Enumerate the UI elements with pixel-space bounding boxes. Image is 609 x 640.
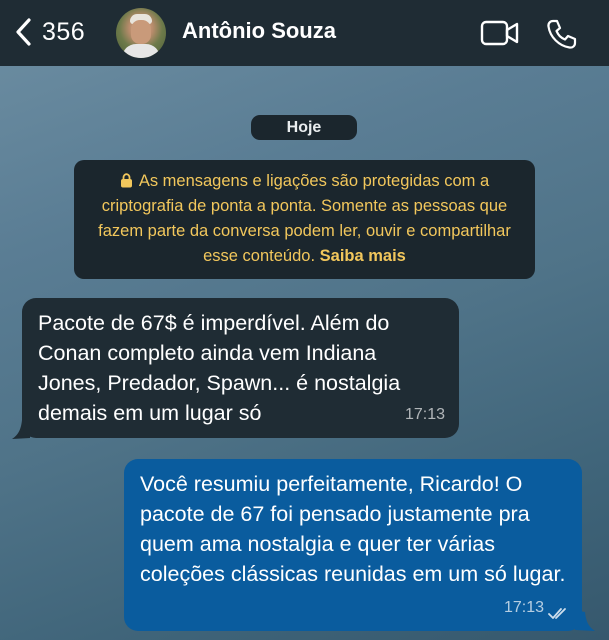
back-button[interactable]: 356 (14, 17, 85, 47)
message-outgoing[interactable]: Você resumiu perfeitamente, Ricardo! O p… (124, 459, 582, 631)
avatar[interactable] (116, 8, 166, 58)
message-time: 17:13 (404, 406, 445, 423)
chevron-left-icon (16, 18, 31, 46)
unread-count: 356 (42, 17, 86, 46)
double-check-icon (548, 608, 566, 619)
contact-name[interactable]: Antônio Souza (182, 18, 336, 44)
message-text: Você resumiu perfeitamente, Ricardo! O p… (140, 472, 566, 586)
message-text: Pacote de 67$ é imperdível. Além do Cona… (38, 311, 401, 425)
learn-more-link[interactable]: Saiba mais (320, 247, 406, 265)
encryption-notice[interactable]: As mensagens e ligações são protegidas c… (74, 160, 535, 279)
message-incoming[interactable]: Pacote de 67$ é imperdível. Além do Cona… (22, 298, 459, 438)
video-icon[interactable] (480, 20, 520, 46)
chat-header: 356 Antônio Souza (0, 0, 609, 66)
date-separator: Hoje (251, 115, 357, 140)
encryption-text: As mensagens e ligações são protegidas c… (98, 172, 511, 265)
phone-icon[interactable] (545, 18, 577, 50)
message-time: 17:13 (503, 599, 544, 616)
lock-icon (120, 173, 132, 188)
